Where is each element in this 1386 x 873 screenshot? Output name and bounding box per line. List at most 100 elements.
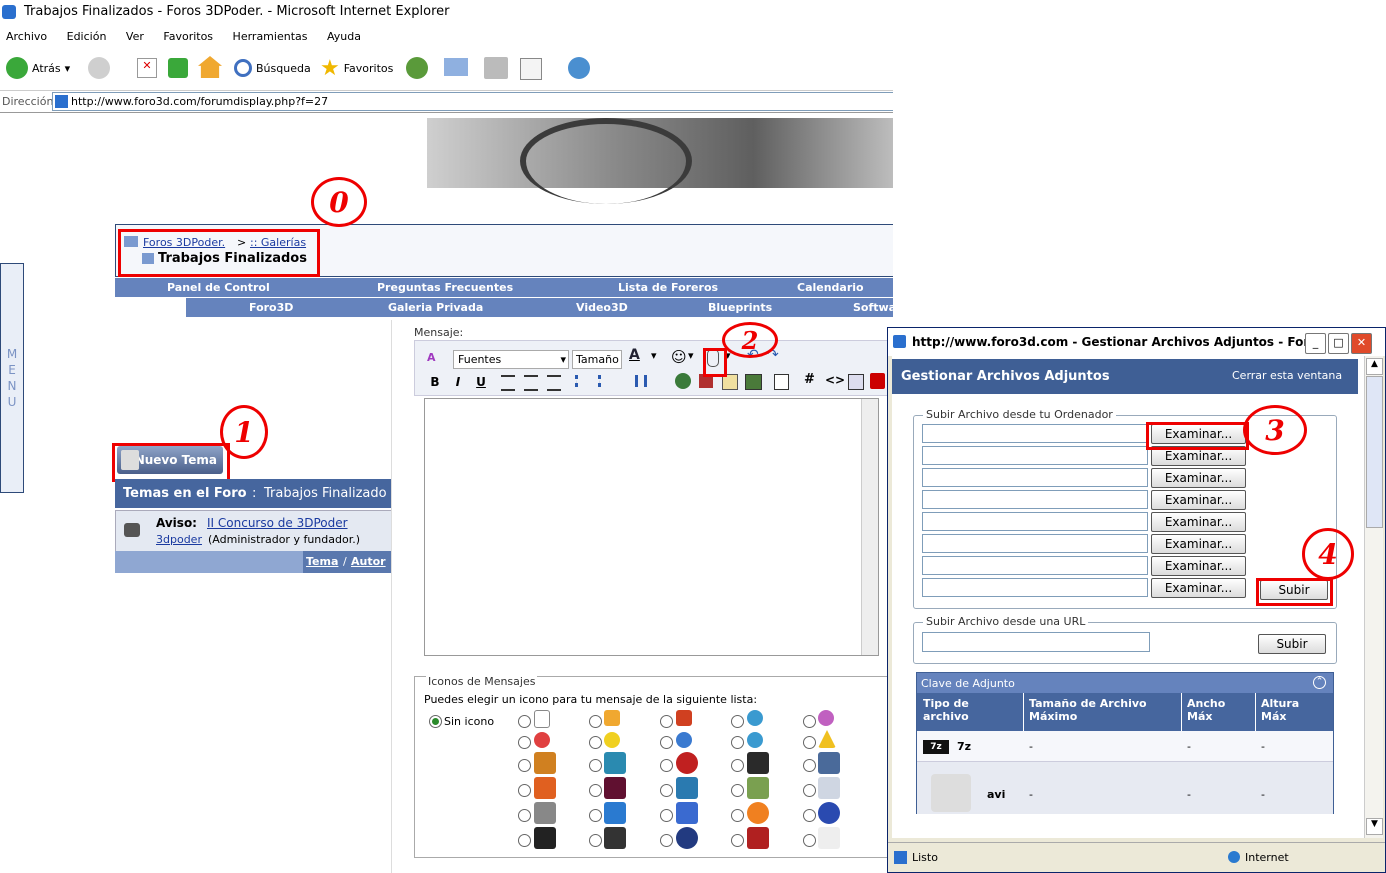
popup-scrollbar[interactable]: ▲ ▼ [1364,356,1383,838]
image-icon[interactable] [745,374,762,390]
php-icon[interactable] [848,374,864,390]
radio-icon[interactable] [660,809,673,822]
upload-url-button[interactable]: Subir [1258,634,1326,654]
align-left-icon[interactable] [501,375,515,391]
browse-button-8[interactable]: Examinar... [1151,578,1246,598]
nav-calendar[interactable]: Calendario [797,281,864,294]
ordered-list-icon[interactable] [575,375,592,387]
code-button[interactable]: <> [825,373,845,387]
menu-archivo[interactable]: Archivo [6,30,47,43]
radio-icon[interactable] [731,809,744,822]
sort-tema-link[interactable]: Tema [306,555,338,568]
close-window-button[interactable]: ✕ [1351,333,1372,354]
radio-icon[interactable] [518,736,531,749]
scroll-thumb[interactable] [1366,376,1383,528]
menu-ayuda[interactable]: Ayuda [327,30,361,43]
radio-icon[interactable] [589,715,602,728]
radio-icon[interactable] [660,736,673,749]
nav-faq[interactable]: Preguntas Frecuentes [377,281,513,294]
refresh-icon[interactable] [168,58,188,78]
radio-icon[interactable] [660,715,673,728]
align-right-icon[interactable] [547,375,561,391]
side-menu-tab[interactable]: MENU [0,263,24,493]
file-input-3[interactable] [922,468,1148,487]
print-icon[interactable] [484,57,508,79]
scroll-down-icon[interactable]: ▼ [1366,818,1383,835]
link-icon[interactable] [675,373,691,389]
scroll-up-icon[interactable]: ▲ [1366,358,1383,375]
nav-member-list[interactable]: Lista de Foreros [618,281,718,294]
edit-icon[interactable] [520,58,542,80]
search-button[interactable]: Búsqueda [234,56,311,80]
home-icon[interactable] [198,56,222,78]
radio-icon[interactable] [660,759,673,772]
hash-button[interactable]: # [804,372,815,387]
nav-foro3d[interactable]: Foro3D [249,301,293,314]
radio-icon[interactable] [589,759,602,772]
radio-icon[interactable] [518,759,531,772]
radio-icon[interactable] [731,736,744,749]
radio-icon[interactable] [589,809,602,822]
italic-button[interactable]: I [449,373,467,391]
url-input[interactable] [922,632,1150,652]
radio-icon[interactable] [731,834,744,847]
radio-icon[interactable] [803,784,816,797]
nav-software[interactable]: Softwa [853,301,893,314]
unordered-list-icon[interactable] [598,375,615,387]
youtube-icon[interactable] [870,373,885,389]
radio-icon[interactable] [518,784,531,797]
quote-icon[interactable] [774,374,789,390]
font-select[interactable]: Fuentes ▾ [453,350,569,369]
menu-favoritos[interactable]: Favoritos [163,30,213,43]
minimize-button[interactable]: _ [1305,333,1326,354]
collapse-icon[interactable]: ⌃ [1313,676,1326,689]
message-textarea[interactable] [424,398,879,656]
file-input-7[interactable] [922,556,1148,575]
outdent-icon[interactable] [621,375,638,387]
nav-video3d[interactable]: Video3D [576,301,628,314]
favorites-button[interactable]: ★ Favoritos [320,56,393,81]
bold-button[interactable]: B [426,373,444,391]
close-popup-link[interactable]: Cerrar esta ventana [1232,369,1342,382]
menu-edicion[interactable]: Edición [67,30,107,43]
radio-icon[interactable] [589,784,602,797]
underline-button[interactable]: U [472,373,490,391]
color-dropdown-icon[interactable]: ▾ [651,349,657,362]
smiley-menu-icon[interactable]: ☺ [671,348,687,366]
text-color-icon[interactable]: A [629,347,640,363]
radio-icon[interactable] [660,834,673,847]
browse-button-6[interactable]: Examinar... [1151,534,1246,554]
radio-icon[interactable] [518,715,531,728]
file-input-2[interactable] [922,446,1148,465]
radio-icon[interactable] [731,759,744,772]
radio-icon[interactable] [731,784,744,797]
smiley-dropdown-icon[interactable]: ▾ [688,349,694,362]
menu-ver[interactable]: Ver [126,30,144,43]
messenger-icon[interactable] [568,57,590,79]
file-input-6[interactable] [922,534,1148,553]
back-button[interactable]: Atrás ▾ [6,56,70,80]
radio-icon[interactable] [803,759,816,772]
radio-icon[interactable] [589,736,602,749]
radio-icon[interactable] [803,809,816,822]
forward-button[interactable] [88,56,110,80]
announcement-link[interactable]: II Concurso de 3DPoder [207,516,348,530]
radio-icon[interactable] [803,715,816,728]
radio-no-icon[interactable] [429,715,442,728]
radio-icon[interactable] [803,834,816,847]
radio-icon[interactable] [803,736,816,749]
address-input[interactable]: http://www.foro3d.com/forumdisplay.php?f… [52,92,893,111]
sort-autor-link[interactable]: Autor [351,555,386,568]
announcement-user-link[interactable]: 3dpoder [156,533,202,546]
maximize-button[interactable]: □ [1328,333,1349,354]
file-input-4[interactable] [922,490,1148,509]
file-input-5[interactable] [922,512,1148,531]
radio-icon[interactable] [518,834,531,847]
remove-format-icon[interactable]: A [427,351,441,365]
radio-icon[interactable] [518,809,531,822]
file-input-8[interactable] [922,578,1148,597]
browse-button-3[interactable]: Examinar... [1151,468,1246,488]
radio-icon[interactable] [660,784,673,797]
browse-button-5[interactable]: Examinar... [1151,512,1246,532]
nav-panel-control[interactable]: Panel de Control [167,281,270,294]
